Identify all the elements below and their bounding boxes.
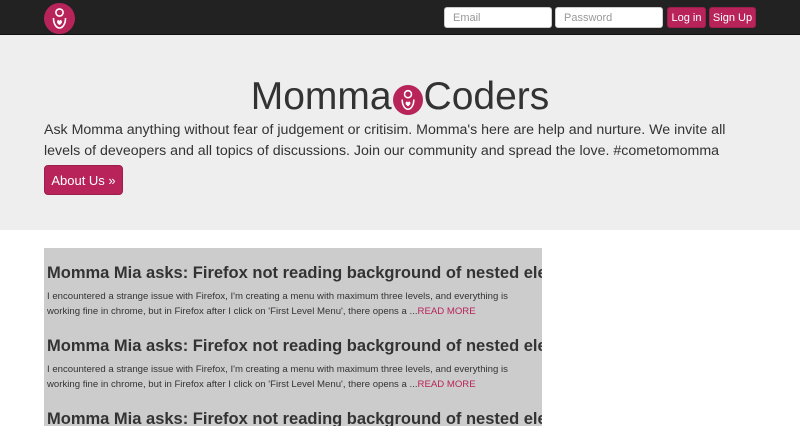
- question-excerpt: I encountered a strange issue with Firef…: [47, 362, 539, 392]
- about-us-button[interactable]: About Us »: [44, 165, 123, 195]
- read-more-link[interactable]: READ MORE: [418, 306, 476, 317]
- mother-and-child-logo-icon: [392, 85, 423, 115]
- navbar: Log in Sign Up: [0, 0, 800, 35]
- question-excerpt: I encountered a strange issue with Firef…: [47, 289, 539, 319]
- brand-title-left: Momma: [250, 75, 392, 118]
- intro-text: Ask Momma anything without fear of judge…: [44, 122, 726, 159]
- read-more-link[interactable]: READ MORE: [418, 379, 476, 390]
- question-post: Momma Mia asks: Firefox not reading back…: [47, 410, 542, 426]
- question-title[interactable]: Momma Mia asks: Firefox not reading back…: [47, 337, 542, 356]
- signup-button[interactable]: Sign Up: [709, 7, 756, 28]
- password-field[interactable]: [555, 7, 663, 28]
- mother-and-child-logo-icon[interactable]: [44, 3, 75, 34]
- question-title[interactable]: Momma Mia asks: Firefox not reading back…: [47, 264, 542, 283]
- login-button[interactable]: Log in: [667, 7, 706, 28]
- question-title[interactable]: Momma Mia asks: Firefox not reading back…: [47, 410, 542, 426]
- question-post: Momma Mia asks: Firefox not reading back…: [47, 337, 542, 392]
- questions-feed: Momma Mia asks: Firefox not reading back…: [44, 248, 542, 426]
- brand-title-right: Coders: [423, 75, 550, 118]
- brand-title: Momma Coders: [0, 75, 800, 119]
- question-post: Momma Mia asks: Firefox not reading back…: [47, 264, 542, 319]
- email-field[interactable]: [444, 7, 552, 28]
